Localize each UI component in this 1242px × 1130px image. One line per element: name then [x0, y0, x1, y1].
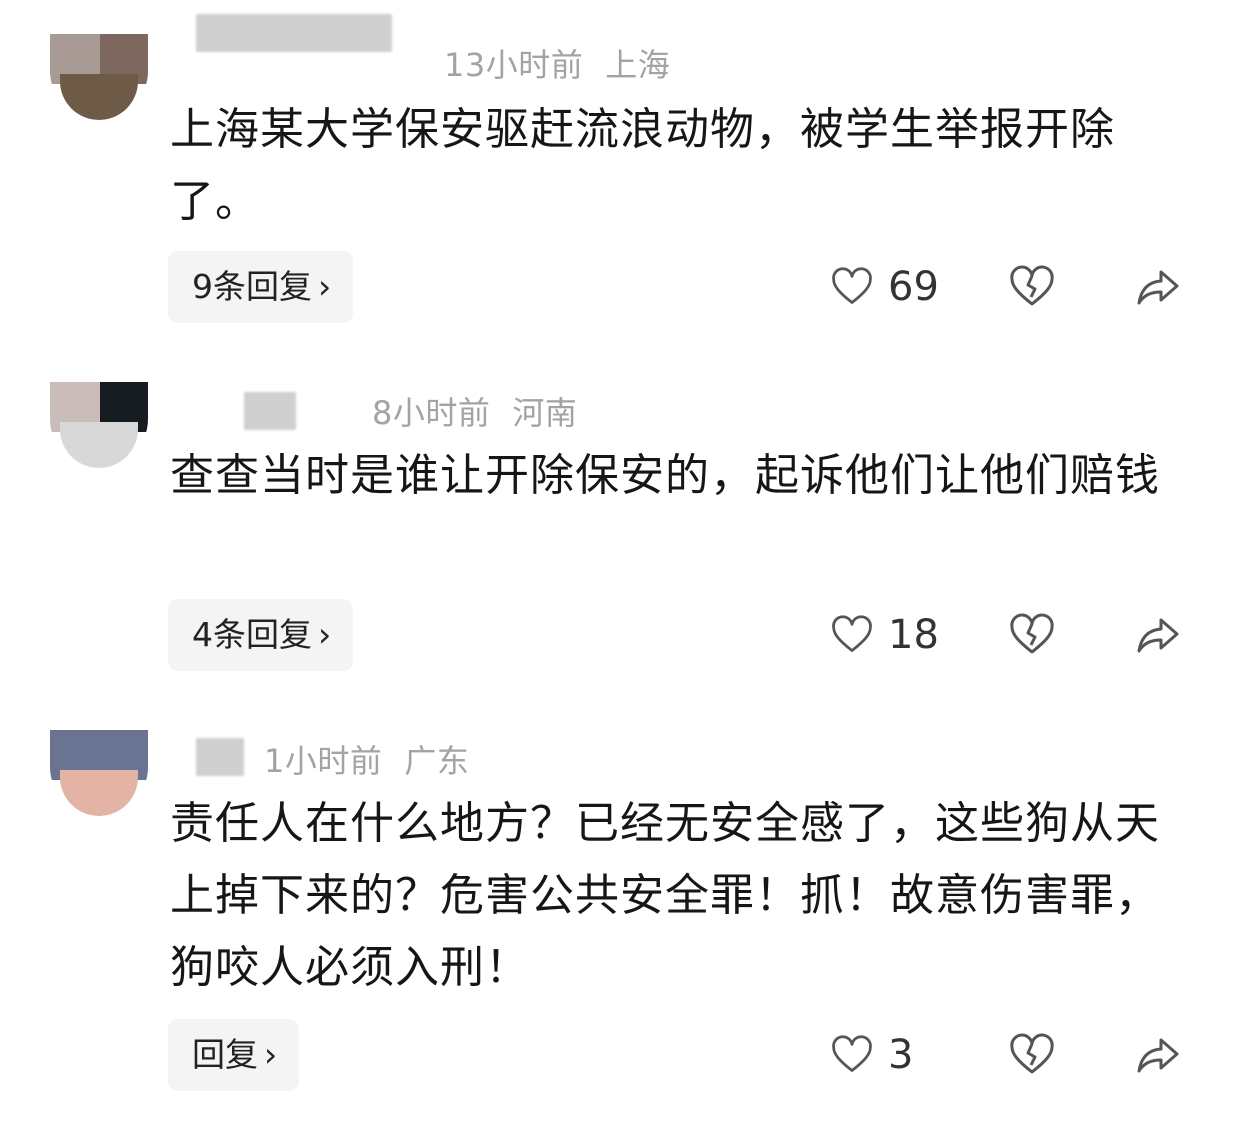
comment-location: 河南 — [512, 394, 578, 432]
like-count: 3 — [888, 1032, 914, 1078]
comment-time: 8小时前 — [372, 394, 491, 432]
broken-heart-icon — [1010, 613, 1054, 654]
broken-heart-icon — [1010, 265, 1054, 306]
comment-text: 上海某大学保安驱赶流浪动物，被学生举报开除了。 — [170, 104, 1115, 227]
dislike-button[interactable] — [1008, 263, 1056, 311]
share-button[interactable] — [1134, 263, 1182, 311]
comment-text: 查查当时是谁让开除保安的，起诉他们让他们赔钱 — [170, 450, 1160, 501]
avatar[interactable] — [50, 382, 148, 468]
comment-actions: 69 — [0, 251, 1242, 323]
like-button[interactable]: 69 — [830, 263, 939, 311]
comment-time: 1小时前 — [264, 742, 383, 780]
username-redacted[interactable] — [244, 392, 296, 430]
like-count: 69 — [888, 264, 939, 310]
broken-heart-icon — [1010, 1033, 1054, 1074]
comment-meta: 13小时前 上海 — [444, 40, 670, 86]
comment-time: 13小时前 — [444, 46, 584, 84]
heart-icon — [832, 615, 872, 652]
share-button[interactable] — [1134, 611, 1182, 659]
comment-location: 广东 — [404, 742, 470, 780]
comment-actions: 3 — [0, 1019, 1242, 1091]
share-arrow-icon — [1137, 1038, 1179, 1073]
username-redacted[interactable] — [196, 738, 244, 776]
comment-meta: 1小时前 广东 — [264, 736, 469, 782]
heart-icon — [832, 1035, 872, 1072]
like-count: 18 — [888, 612, 939, 658]
share-arrow-icon — [1137, 618, 1179, 653]
share-arrow-icon — [1137, 270, 1179, 305]
avatar[interactable] — [50, 730, 148, 816]
dislike-button[interactable] — [1008, 611, 1056, 659]
comment-text: 责任人在什么地方？已经无安全感了，这些狗从天上掉下来的？危害公共安全罪！抓！故意… — [170, 798, 1160, 993]
comment-actions: 18 — [0, 599, 1242, 671]
comment-meta: 8小时前 河南 — [372, 388, 577, 434]
heart-icon — [832, 267, 872, 304]
avatar[interactable] — [50, 34, 148, 120]
like-button[interactable]: 18 — [830, 611, 939, 659]
comment-location: 上海 — [605, 46, 671, 84]
share-button[interactable] — [1134, 1031, 1182, 1079]
dislike-button[interactable] — [1008, 1031, 1056, 1079]
like-button[interactable]: 3 — [830, 1031, 913, 1079]
username-redacted[interactable] — [196, 14, 392, 52]
